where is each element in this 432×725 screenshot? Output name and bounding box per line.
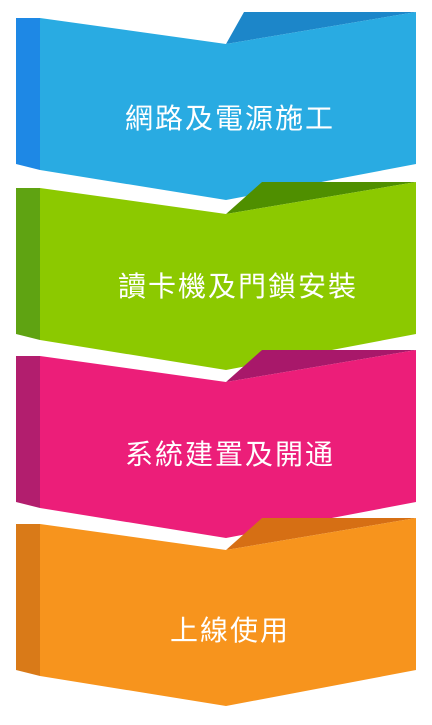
step-4-label: 上線使用 [170,614,290,647]
step-4-side-strip [16,524,40,676]
step-1-label: 網路及電源施工 [125,102,335,135]
step-3-label: 系統建置及開通 [125,438,335,471]
step-2-label: 讀卡機及門鎖安裝 [118,270,358,303]
step-4-chevron [40,518,416,706]
step-2-side-strip [16,188,40,340]
flow-step-1: 網路及電源施工 [16,12,416,200]
process-flow-diagram: 網路及電源施工 讀卡機及門鎖安裝 系統建置及開通 上線使用 [16,12,416,706]
step-3-side-strip [16,356,40,508]
flow-step-2: 讀卡機及門鎖安裝 [16,182,416,370]
flow-step-3: 系統建置及開通 [16,350,416,538]
step-1-side-strip [16,18,40,170]
flow-step-4: 上線使用 [16,518,416,706]
